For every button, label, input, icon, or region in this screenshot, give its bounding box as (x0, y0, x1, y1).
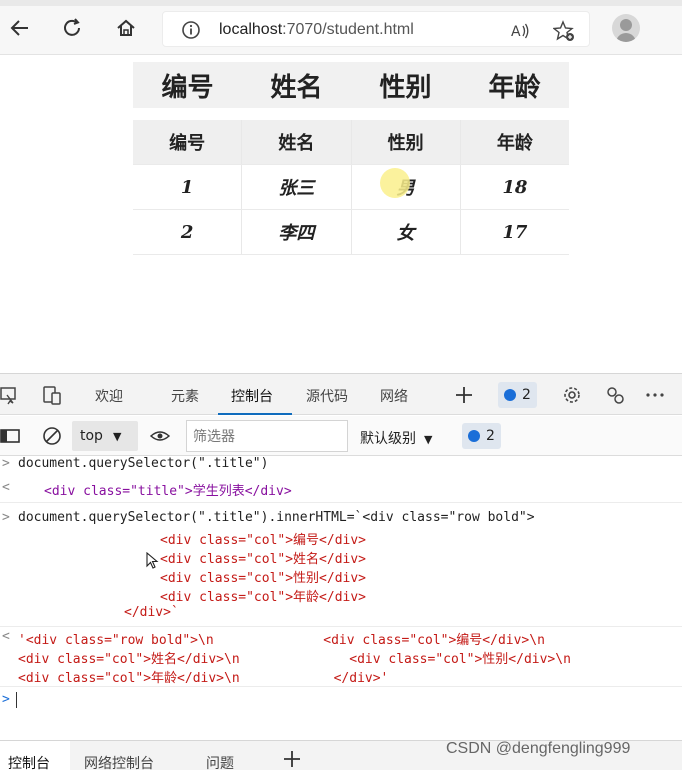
feedback-icon[interactable] (603, 383, 627, 407)
svg-text:A: A (511, 24, 521, 40)
header-cell: 年龄 (496, 133, 533, 154)
clear-console-icon[interactable] (40, 424, 64, 448)
input-prompt-icon: > (2, 692, 10, 707)
result-arrow-icon: < (2, 480, 10, 495)
console-separator (0, 626, 682, 627)
console-input-line: <div class="col">编号</div> (160, 533, 367, 548)
log-level-value: 默认级别 (360, 431, 416, 447)
add-tab-icon[interactable] (452, 383, 476, 407)
context-select[interactable]: top ▼ (72, 421, 138, 451)
favorite-add-icon[interactable] (553, 20, 575, 42)
refresh-button[interactable] (58, 14, 86, 42)
tab-welcome[interactable]: 欢迎 (95, 386, 123, 406)
issues-badge[interactable]: 2 (498, 382, 537, 408)
header-cell: 性别 (352, 120, 461, 164)
drawer-tab-issues[interactable]: 问题 (206, 753, 234, 770)
caret-down-icon: ▼ (112, 429, 122, 443)
table-row: 1 张三 男 18 (133, 165, 569, 210)
table-cell: 李四 (242, 210, 352, 254)
message-count-badge[interactable]: 2 (462, 423, 501, 449)
devtools-tabbar: 欢迎 元素 控制台 源代码 网络 2 (0, 373, 682, 415)
console-input-line: document.querySelector(".title").innerHT… (18, 510, 535, 525)
device-emulation-icon[interactable] (40, 383, 64, 407)
console-result-line: <div class="col">年龄</div>\n </div>' (18, 671, 389, 686)
avatar-body (616, 33, 636, 42)
student-table: 编号 姓名 性别 年龄 1 张三 男 18 2 李四 女 17 (133, 120, 569, 255)
tab-elements[interactable]: 元素 (171, 386, 199, 406)
title-col: 性别 (379, 72, 432, 103)
inspect-element-icon[interactable] (0, 383, 20, 407)
tab-console[interactable]: 控制台 (231, 386, 273, 406)
table-cell: 1 (133, 165, 243, 209)
console-input-line: <div class="col">年龄</div> (160, 590, 367, 605)
table-cell: 17 (502, 221, 528, 243)
active-tab-indicator (218, 413, 292, 415)
header-cell: 姓名 (242, 120, 352, 164)
filter-placeholder: 筛选器 (193, 429, 235, 445)
url-text[interactable]: localhost:7070/student.html (219, 21, 414, 39)
console-result-line: '<div class="row bold">\n <div class="co… (18, 633, 545, 648)
tab-strip (0, 0, 682, 6)
read-aloud-icon[interactable]: A (509, 20, 531, 42)
arrow-left-icon (10, 20, 28, 36)
console-input-line: document.querySelector(".title") (18, 456, 269, 471)
input-prompt-icon: > (2, 456, 10, 471)
home-button[interactable] (112, 14, 140, 42)
filter-input[interactable]: 筛选器 (186, 420, 348, 452)
more-options-icon[interactable] (643, 383, 667, 407)
home-icon (117, 19, 135, 36)
tab-network[interactable]: 网络 (380, 386, 408, 406)
table-cell: 张三 (242, 165, 352, 209)
console-input-line: </div>` (124, 605, 179, 620)
cursor-highlight (380, 168, 410, 198)
title-col: 编号 (161, 72, 214, 103)
title-row: 编号 姓名 性别 年龄 (133, 62, 569, 108)
add-drawer-tab-icon[interactable] (280, 747, 304, 770)
csdn-watermark: CSDN @dengfengling999 (446, 740, 631, 757)
table-cell: 2 (133, 210, 243, 254)
back-button[interactable] (6, 14, 34, 42)
caret-down-icon: ▼ (424, 433, 433, 446)
context-value: top (80, 428, 103, 444)
console-input-line: <div class="col">姓名</div> (160, 552, 367, 567)
browser-toolbar: localhost:7070/student.html A (0, 0, 682, 55)
log-level-select[interactable]: 默认级别 ▼ (360, 428, 432, 448)
console-output[interactable]: > document.querySelector(".title") < <di… (0, 456, 682, 740)
console-result-line: <div class="col">姓名</div>\n <div class="… (18, 652, 571, 667)
console-separator (0, 686, 682, 687)
console-text-caret (16, 692, 17, 708)
table-row: 2 李四 女 17 (133, 210, 569, 255)
result-arrow-icon: < (2, 629, 10, 644)
issues-count: 2 (522, 387, 531, 403)
table-header-row: 编号 姓名 性别 年龄 (133, 120, 569, 165)
title-col: 姓名 (270, 72, 323, 103)
message-icon (468, 430, 480, 442)
settings-gear-icon[interactable] (560, 383, 584, 407)
console-input-line: <div class="col">性别</div> (160, 571, 367, 586)
url-path: :7070/student.html (282, 21, 414, 38)
avatar-head (620, 19, 632, 31)
url-host: localhost (219, 21, 283, 38)
table-cell: 女 (352, 210, 461, 254)
console-toolbar: top ▼ 筛选器 默认级别 ▼ 2 (0, 416, 682, 456)
address-bar[interactable]: localhost:7070/student.html A (162, 11, 590, 47)
profile-avatar[interactable] (612, 14, 640, 42)
tab-sources[interactable]: 源代码 (306, 386, 348, 406)
input-prompt-icon: > (2, 510, 10, 525)
table-cell: 18 (502, 176, 528, 198)
mouse-cursor-icon (146, 552, 159, 569)
console-separator (0, 502, 682, 503)
message-count: 2 (486, 428, 495, 444)
header-cell: 编号 (133, 120, 243, 164)
drawer-tab-network-console[interactable]: 网络控制台 (84, 753, 154, 770)
title-col: 年龄 (488, 72, 541, 103)
refresh-icon (64, 18, 80, 36)
drawer-tab-console[interactable]: 控制台 (8, 753, 50, 770)
live-expression-eye-icon[interactable] (148, 424, 172, 448)
console-result-line: <div class="title">学生列表</div> (44, 484, 292, 499)
message-icon (504, 389, 516, 401)
sidebar-toggle-icon[interactable] (0, 424, 22, 448)
info-icon[interactable] (181, 20, 201, 40)
